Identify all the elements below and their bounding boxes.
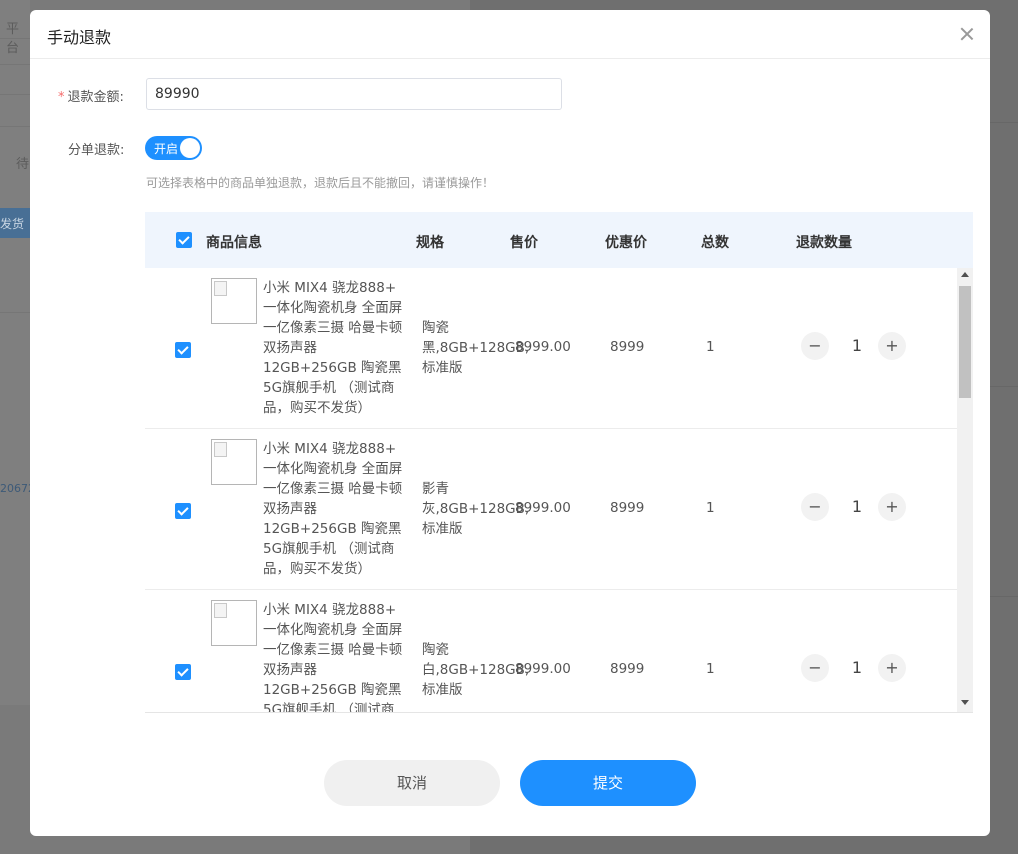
refund-qty-value[interactable]: 1 [849,658,865,677]
product-image [211,278,257,324]
select-all-checkbox[interactable] [176,232,192,248]
increase-qty-button[interactable]: + [878,654,906,682]
row-checkbox[interactable] [175,664,191,680]
decrease-qty-button[interactable]: − [801,654,829,682]
scroll-up-arrow-icon[interactable] [961,272,969,277]
required-mark: * [58,90,65,105]
background-selected-tab: 发货 [0,208,30,238]
product-total: 1 [706,339,715,355]
row-checkbox[interactable] [175,503,191,519]
table-scrollbar[interactable] [957,268,973,712]
table-row: 小米 MIX4 骁龙888+ 一体化陶瓷机身 全面屏 一亿像素三摄 哈曼卡顿双扬… [145,590,957,713]
switch-text: 开启 [154,142,179,156]
product-discount: 8999 [610,339,645,355]
refund-amount-label-text: 退款金额: [67,90,124,105]
split-refund-switch[interactable]: 开启 [145,136,202,160]
product-total: 1 [706,661,715,677]
refund-qty-value[interactable]: 1 [849,336,865,355]
product-name: 小米 MIX4 骁龙888+ 一体化陶瓷机身 全面屏 一亿像素三摄 哈曼卡顿双扬… [263,602,403,713]
split-refund-label: 分单退款: [68,143,125,158]
background-table-strip: 平台 待 发货 20672 [0,0,35,705]
product-discount: 8999 [610,500,645,516]
background-divider [0,312,30,313]
product-total: 1 [706,500,715,516]
dialog-header: 手动退款 [30,10,990,59]
product-image [211,600,257,646]
background-text: 平台 [6,22,20,56]
product-price: 8999.00 [515,500,571,516]
decrease-qty-button[interactable]: − [801,332,829,360]
product-name: 小米 MIX4 骁龙888+ 一体化陶瓷机身 全面屏 一亿像素三摄 哈曼卡顿双扬… [263,280,403,416]
background-text: 待 [16,157,30,172]
header-spec: 规格 [416,235,444,251]
background-divider [990,386,1018,387]
product-name: 小米 MIX4 骁龙888+ 一体化陶瓷机身 全面屏 一亿像素三摄 哈曼卡顿双扬… [263,441,403,577]
header-price: 售价 [510,235,538,251]
product-spec: 陶瓷黑,8GB+128GB,标准版 [422,320,530,376]
scroll-down-arrow-icon[interactable] [961,700,969,705]
dialog-title: 手动退款 [47,28,112,47]
refund-amount-label: * 退款金额: [58,86,124,105]
cancel-button[interactable]: 取消 [324,760,500,806]
background-divider [990,596,1018,597]
background-divider [0,94,30,95]
background-text: 发货 [0,217,25,231]
product-discount: 8999 [610,661,645,677]
decrease-qty-button[interactable]: − [801,493,829,521]
split-refund-hint: 可选择表格中的商品单独退款，退款后且不能撤回，请谨慎操作！ [146,176,495,190]
header-discount: 优惠价 [605,235,647,251]
background-divider [0,126,30,127]
product-image [211,439,257,485]
product-spec: 陶瓷白,8GB+128GB,标准版 [422,642,530,698]
increase-qty-button[interactable]: + [878,332,906,360]
table-row: 小米 MIX4 骁龙888+ 一体化陶瓷机身 全面屏 一亿像素三摄 哈曼卡顿双扬… [145,268,957,429]
product-price: 8999.00 [515,339,571,355]
table-header: 商品信息 规格 售价 优惠价 总数 退款数量 [145,212,973,268]
background-divider [0,64,30,65]
table-row: 小米 MIX4 骁龙888+ 一体化陶瓷机身 全面屏 一亿像素三摄 哈曼卡顿双扬… [145,429,957,590]
switch-knob [180,138,200,158]
background-divider [990,122,1018,123]
table-body[interactable]: 小米 MIX4 骁龙888+ 一体化陶瓷机身 全面屏 一亿像素三摄 哈曼卡顿双扬… [145,268,973,713]
header-total: 总数 [701,235,729,251]
header-product: 商品信息 [206,235,262,251]
product-spec: 影青灰,8GB+128GB,标准版 [422,481,530,537]
product-price: 8999.00 [515,661,571,677]
close-icon[interactable] [958,25,976,43]
refund-amount-input[interactable] [146,78,562,110]
submit-button[interactable]: 提交 [520,760,696,806]
refund-dialog: 手动退款 *退款金额: 分单退款: 开启 可选择表格中的商品单独退款，退款后且不… [30,10,990,836]
header-refund-qty: 退款数量 [796,235,852,251]
row-checkbox[interactable] [175,342,191,358]
refund-qty-value[interactable]: 1 [849,497,865,516]
background-divider [0,38,30,39]
increase-qty-button[interactable]: + [878,493,906,521]
scrollbar-thumb[interactable] [959,286,971,398]
